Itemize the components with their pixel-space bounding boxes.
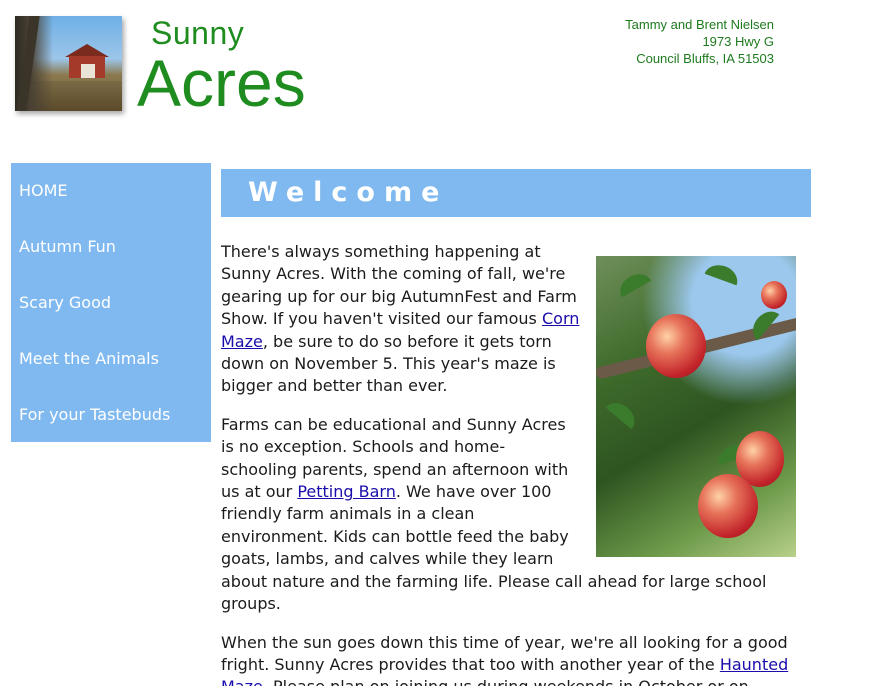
- address-city: Council Bluffs, IA 51503: [636, 51, 774, 66]
- haunted-paragraph: When the sun goes down this time of year…: [221, 632, 811, 686]
- leaf: [704, 260, 742, 286]
- nav-item-scary-good[interactable]: Scary Good: [11, 275, 211, 331]
- logo-text-acres: Acres: [137, 46, 306, 120]
- nav-item-autumn-fun[interactable]: Autumn Fun: [11, 219, 211, 275]
- sidebar-nav: HOME Autumn Fun Scary Good Meet the Anim…: [11, 163, 211, 442]
- farmhouse: [81, 64, 95, 78]
- haunted-text-end: . Please plan on joining us during weeke…: [263, 677, 749, 686]
- apple-tree-photo: [596, 256, 796, 557]
- petting-barn-link[interactable]: Petting Barn: [297, 482, 396, 501]
- address-street: 1973 Hwy G: [702, 34, 774, 49]
- page-title: Welcome: [248, 177, 449, 208]
- nav-item-meet-the-animals[interactable]: Meet the Animals: [11, 331, 211, 387]
- welcome-banner: Welcome: [221, 169, 811, 217]
- leaf: [614, 268, 652, 298]
- apple: [698, 474, 758, 538]
- apple: [646, 314, 706, 378]
- nav-item-home[interactable]: HOME: [11, 163, 211, 219]
- haunted-text-start: When the sun goes down this time of year…: [221, 632, 788, 674]
- main-content: There's always something happening at Su…: [221, 241, 811, 686]
- farm-logo-photo: [15, 16, 122, 111]
- intro-text-start: There's always something happening at Su…: [221, 242, 577, 329]
- address-names: Tammy and Brent Nielsen: [625, 17, 774, 32]
- intro-text-end: , be sure to do so before it gets torn d…: [221, 331, 556, 396]
- leaf: [605, 396, 641, 430]
- address-block: Tammy and Brent Nielsen 1973 Hwy G Counc…: [560, 16, 774, 67]
- nav-item-for-your-tastebuds[interactable]: For your Tastebuds: [11, 387, 211, 443]
- apple: [761, 281, 787, 309]
